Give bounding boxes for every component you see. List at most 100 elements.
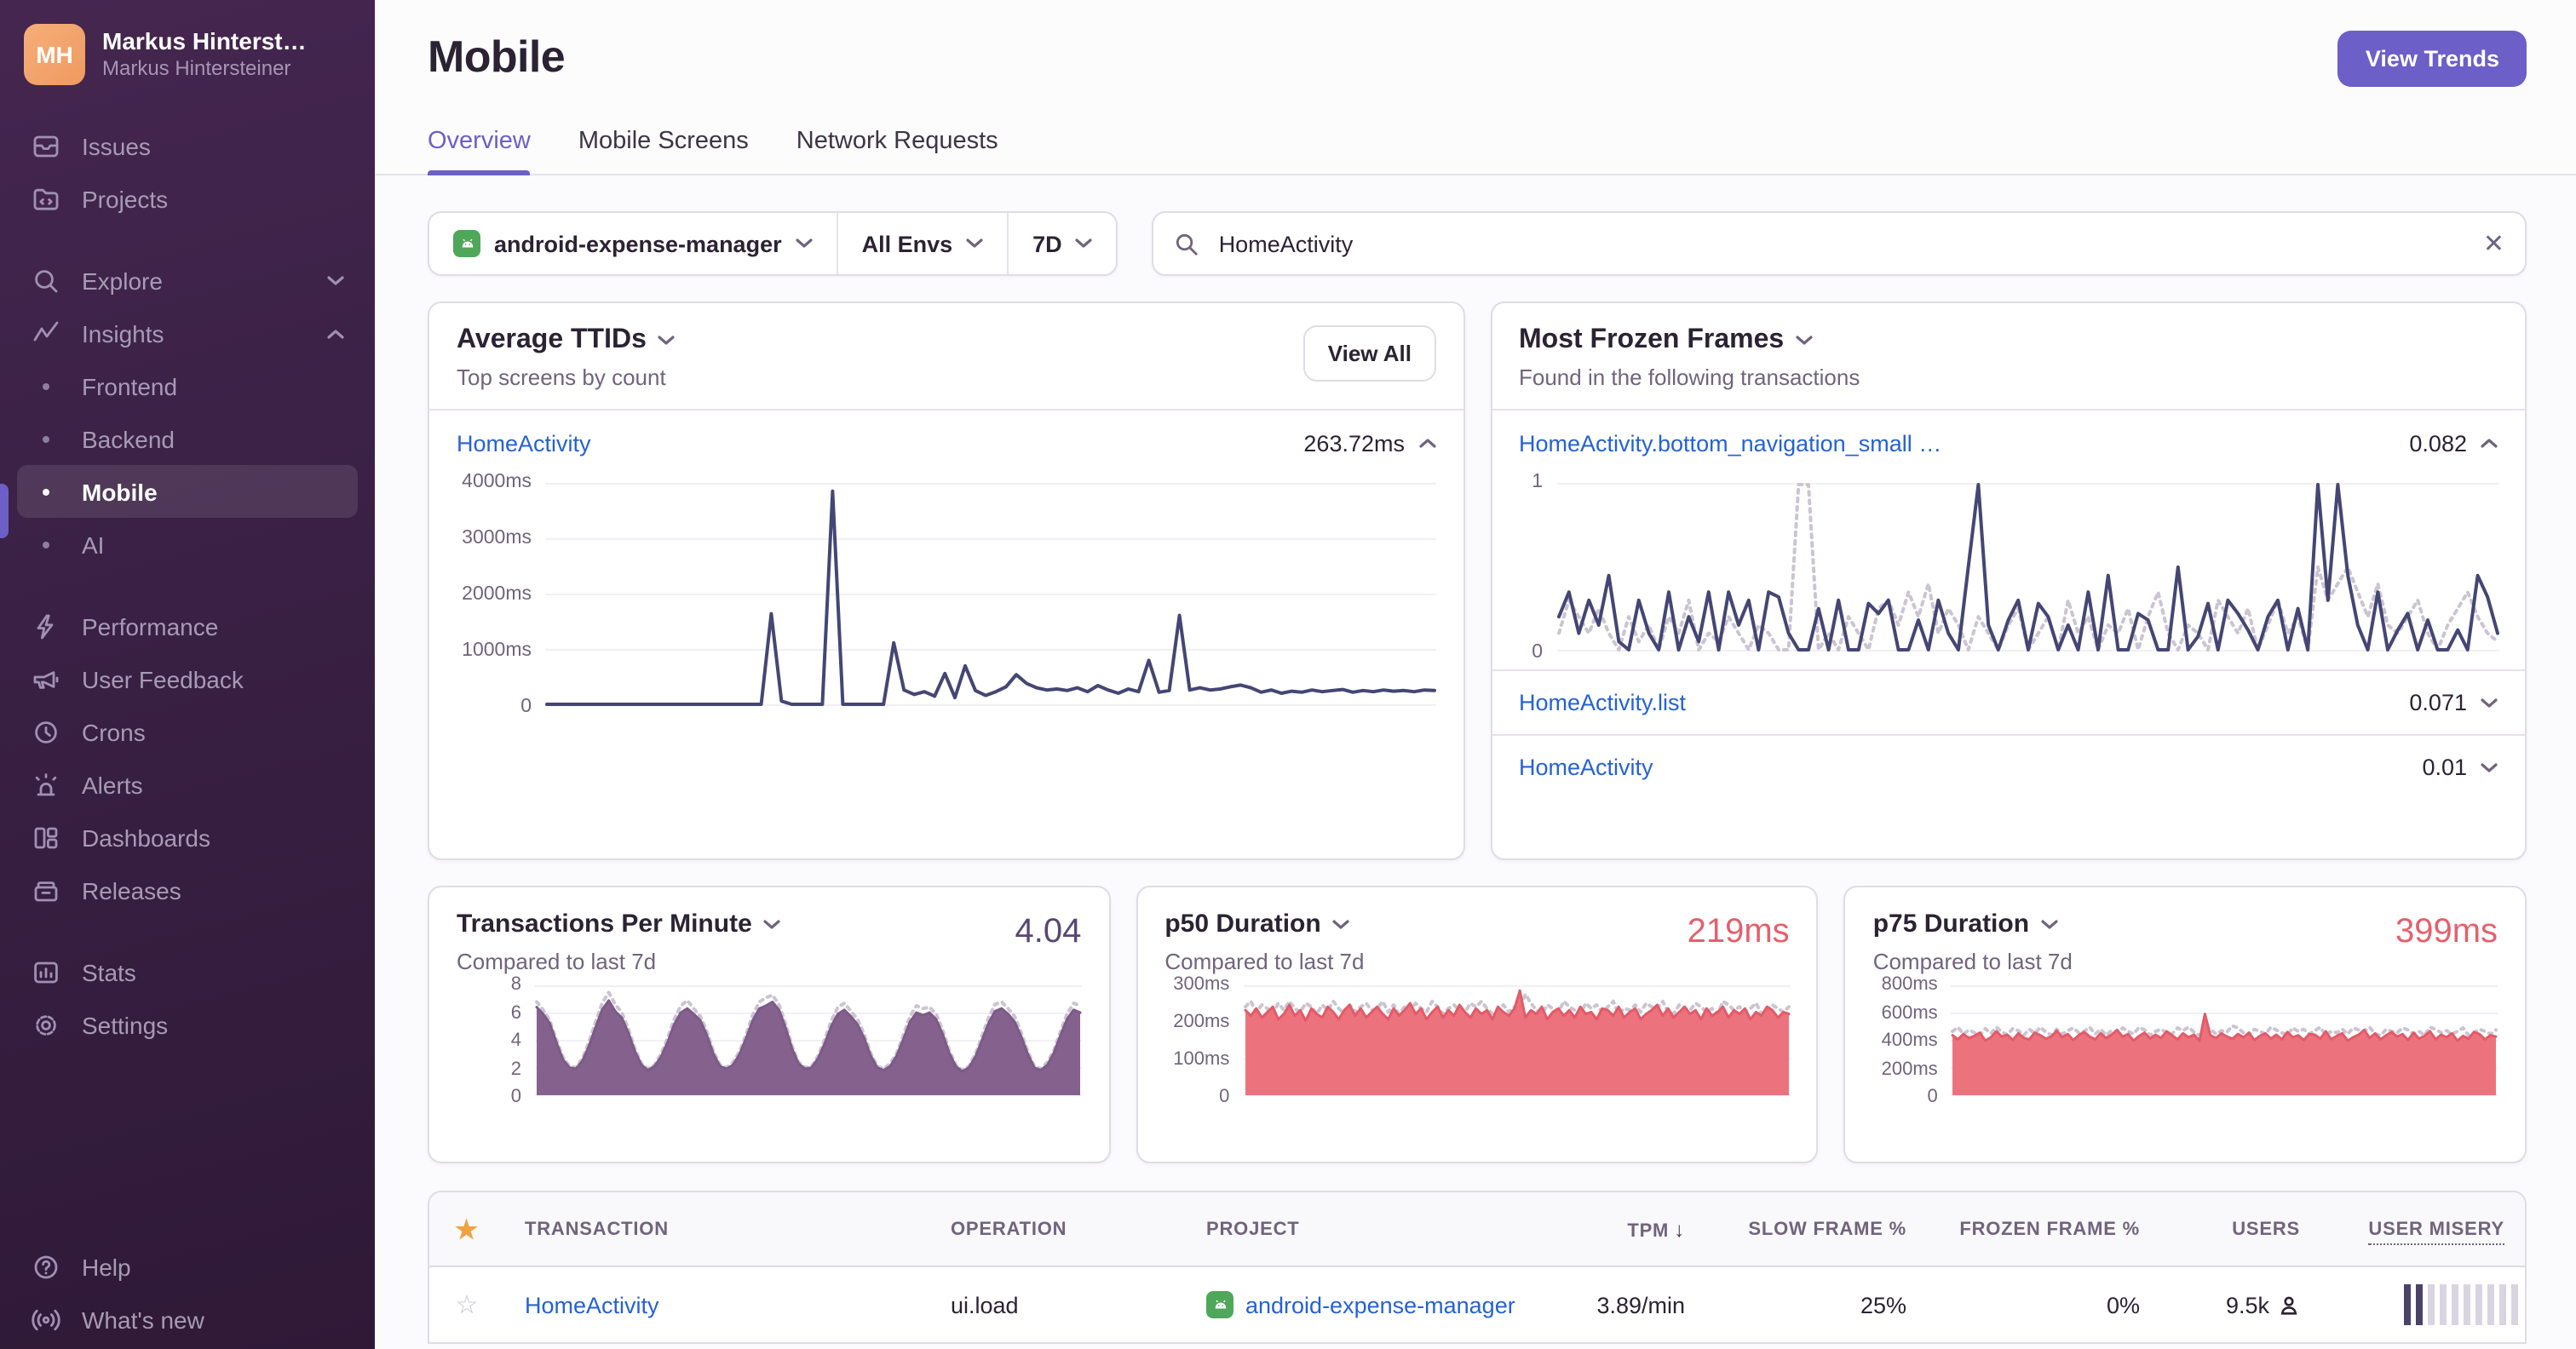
p75-chart: 800ms 600ms 400ms 200ms 0 xyxy=(1873,974,2498,1107)
transaction-link[interactable]: HomeActivity xyxy=(457,430,591,456)
sidebar-item-ai[interactable]: AI xyxy=(17,518,358,571)
frozen-frames-chart: 10 xyxy=(1492,472,2525,669)
sidebar-item-label: Performance xyxy=(82,612,219,640)
project-selector[interactable]: android-expense-manager xyxy=(429,213,837,274)
frozen-rate-value: 0.071 xyxy=(2409,690,2467,715)
transaction-link[interactable]: HomeActivity.list xyxy=(1519,690,1686,715)
frozen-rate-value: 0.082 xyxy=(2409,430,2467,456)
sidebar-item-label: Releases xyxy=(82,876,181,904)
sidebar-item-projects[interactable]: Projects xyxy=(17,172,358,225)
sidebar-item-insights[interactable]: Insights xyxy=(17,307,358,359)
p75-value: 399ms xyxy=(2395,913,2498,950)
sidebar-item-stats[interactable]: Stats xyxy=(17,945,358,998)
ttid-transaction-row[interactable]: HomeActivity 263.72ms xyxy=(429,410,1463,475)
frozen-transaction-row[interactable]: HomeActivity.list 0.071 xyxy=(1492,669,2525,734)
main-content: Mobile View Trends Overview Mobile Scree… xyxy=(375,0,2576,1349)
siren-icon xyxy=(31,769,61,800)
star-icon[interactable]: ★ xyxy=(429,1214,504,1244)
tpm-y-axis: 86420 xyxy=(510,974,521,1107)
p50-y-axis: 300ms 200ms 100ms 0 xyxy=(1173,974,1230,1107)
sidebar-item-label: Frontend xyxy=(82,372,178,399)
org-switcher[interactable]: MH Markus Hinterst… Markus Hintersteiner xyxy=(0,24,375,85)
bar-chart-icon xyxy=(31,956,61,987)
tpm-title-row[interactable]: Transactions Per Minute xyxy=(457,910,1081,939)
transaction-link[interactable]: HomeActivity.bottom_navigation_small … xyxy=(1519,430,1941,456)
sidebar-footer: Help What's new xyxy=(0,1240,375,1349)
tpm-card: Transactions Per Minute Compared to last… xyxy=(428,886,1111,1163)
tab-network-requests[interactable]: Network Requests xyxy=(796,128,998,174)
environment-selector[interactable]: All Envs xyxy=(836,213,1008,274)
sidebar-item-frontend[interactable]: Frontend xyxy=(17,359,358,412)
sidebar-item-explore[interactable]: Explore xyxy=(17,254,358,307)
sidebar-item-issues[interactable]: Issues xyxy=(17,119,358,172)
average-ttids-header: Average TTIDs Top screens by count View … xyxy=(429,303,1463,410)
sort-descending-icon: ↓ xyxy=(1674,1217,1685,1241)
column-frozen-frame[interactable]: FROZEN FRAME % xyxy=(1927,1219,2160,1239)
sidebar-item-label: Alerts xyxy=(82,771,143,798)
transaction-link[interactable]: HomeActivity xyxy=(1519,755,1653,780)
archive-box-icon xyxy=(31,875,61,905)
chevron-down-icon xyxy=(1796,336,1813,345)
average-ttids-title-row[interactable]: Average TTIDs xyxy=(457,325,676,356)
frozen-transaction-row[interactable]: HomeActivity 0.01 xyxy=(1492,734,2525,799)
sidebar-item-whats-new[interactable]: What's new xyxy=(17,1293,358,1346)
sidebar-item-crons[interactable]: Crons xyxy=(17,705,358,758)
sidebar-item-settings[interactable]: Settings xyxy=(17,998,358,1051)
frozen-transaction-row[interactable]: HomeActivity.bottom_navigation_small … 0… xyxy=(1492,410,2525,475)
content-area: android-expense-manager All Envs 7D Home… xyxy=(375,175,2576,1349)
chevron-down-icon[interactable] xyxy=(2481,762,2498,772)
help-icon xyxy=(31,1251,61,1282)
sidebar-item-backend[interactable]: Backend xyxy=(17,412,358,465)
chevron-down-icon xyxy=(966,238,983,248)
card-subtitle: Compared to last 7d xyxy=(1872,949,2073,974)
p75-y-axis: 800ms 600ms 400ms 200ms 0 xyxy=(1881,974,1938,1107)
frozen-rate-value: 0.01 xyxy=(2422,755,2467,780)
sidebar-item-label: AI xyxy=(82,531,105,558)
card-title-text: p75 Duration xyxy=(1872,910,2030,939)
card-subtitle: Compared to last 7d xyxy=(1164,949,1365,974)
user-meta: Markus Hinterst… Markus Hintersteiner xyxy=(102,27,307,83)
frozen-frames-title-row[interactable]: Most Frozen Frames xyxy=(1519,325,1860,356)
megaphone-icon xyxy=(31,663,61,694)
date-range-selector[interactable]: 7D xyxy=(1007,213,1117,274)
column-tpm[interactable]: TPM ↓ xyxy=(1509,1217,1705,1241)
android-platform-icon xyxy=(1206,1291,1233,1318)
chevron-down-icon xyxy=(764,919,781,928)
sidebar-item-dashboards[interactable]: Dashboards xyxy=(17,811,358,864)
sidebar-item-help[interactable]: Help xyxy=(17,1240,358,1293)
column-operation[interactable]: OPERATION xyxy=(930,1219,1186,1239)
sidebar-item-releases[interactable]: Releases xyxy=(17,864,358,916)
search-input[interactable] xyxy=(1215,229,2468,258)
sidebar-item-performance[interactable]: Performance xyxy=(17,600,358,652)
chevron-down-icon xyxy=(1076,238,1093,248)
column-project[interactable]: PROJECT xyxy=(1186,1219,1509,1239)
chevron-up-icon[interactable] xyxy=(2481,438,2498,448)
star-outline-icon[interactable]: ☆ xyxy=(429,1289,504,1320)
dashboard-grid-icon xyxy=(31,822,61,852)
transaction-link[interactable]: HomeActivity xyxy=(525,1292,659,1317)
clear-search-icon[interactable]: ✕ xyxy=(2483,231,2504,256)
project-link[interactable]: android-expense-manager xyxy=(1245,1292,1515,1317)
sidebar-item-mobile[interactable]: Mobile xyxy=(17,465,358,518)
sidebar-item-label: Settings xyxy=(82,1011,169,1038)
chevron-down-icon xyxy=(1333,919,1350,928)
sidebar-item-alerts[interactable]: Alerts xyxy=(17,758,358,811)
column-slow-frame[interactable]: SLOW FRAME % xyxy=(1705,1219,1927,1239)
column-users[interactable]: USERS xyxy=(2160,1219,2320,1239)
tab-mobile-screens[interactable]: Mobile Screens xyxy=(578,128,749,174)
tpm-value: 4.04 xyxy=(1015,913,1082,950)
chevron-down-icon[interactable] xyxy=(2481,697,2498,708)
frozen-frames-header: Most Frozen Frames Found in the followin… xyxy=(1492,303,2525,410)
view-trends-button[interactable]: View Trends xyxy=(2337,31,2527,87)
p75-plot xyxy=(1951,984,2498,1097)
view-all-button[interactable]: View All xyxy=(1303,325,1435,382)
sidebar-item-user-feedback[interactable]: User Feedback xyxy=(17,652,358,705)
table-row[interactable]: ☆ HomeActivity ui.load android-expense-m… xyxy=(429,1267,2525,1342)
search-icon xyxy=(1176,232,1199,255)
user-icon xyxy=(2280,1295,2297,1314)
chevron-up-icon[interactable] xyxy=(1418,438,1435,448)
tab-overview[interactable]: Overview xyxy=(428,128,532,175)
column-transaction[interactable]: TRANSACTION xyxy=(504,1219,930,1239)
column-user-misery[interactable]: USER MISERY xyxy=(2320,1219,2525,1244)
slow-frame-cell: 25% xyxy=(1860,1292,1906,1317)
